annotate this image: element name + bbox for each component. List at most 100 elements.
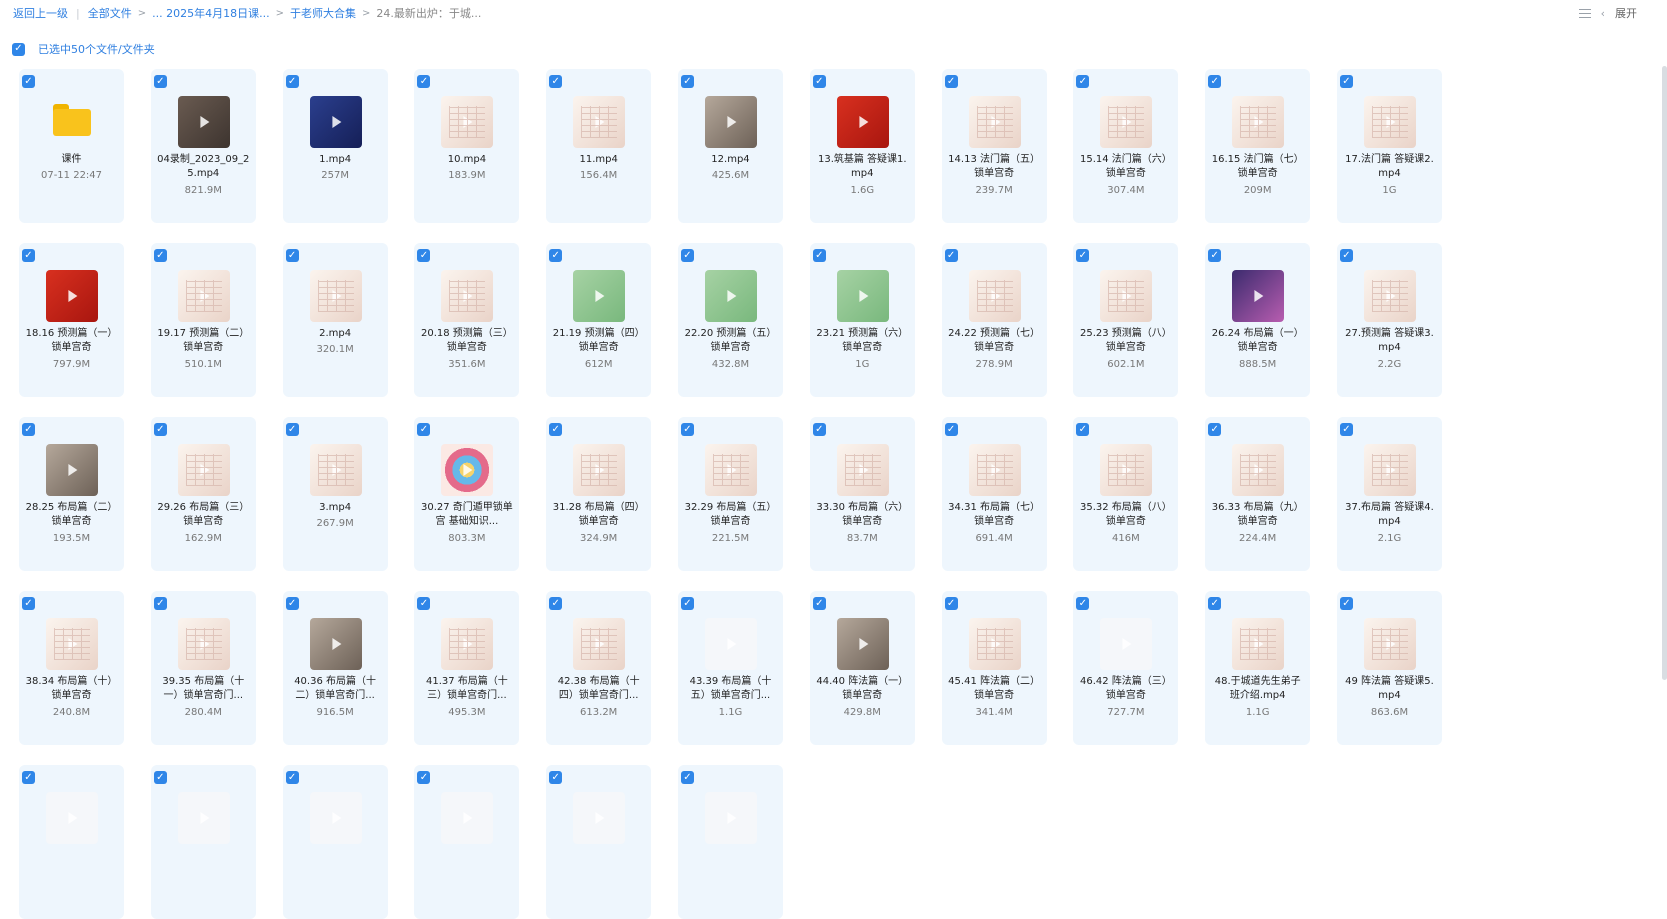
item-checkbox[interactable]: ✓	[944, 249, 958, 262]
item-checkbox[interactable]: ✓	[153, 771, 167, 784]
file-card[interactable]: ✓ 27.预测篇 答疑课3.mp4 2.2G	[1336, 243, 1442, 397]
file-card[interactable]: ✓ 37.布局篇 答疑课4.mp4 2.1G	[1336, 417, 1442, 571]
file-card[interactable]: ✓ 23.21 预测篇（六）锁单宫奇 1G	[809, 243, 915, 397]
item-checkbox[interactable]: ✓	[22, 249, 35, 262]
file-card[interactable]: ✓ 40.36 布局篇（十二）锁单宫奇门... 916.5M	[282, 591, 388, 745]
item-checkbox[interactable]: ✓	[1208, 423, 1222, 436]
item-checkbox[interactable]: ✓	[285, 75, 299, 88]
item-checkbox[interactable]: ✓	[549, 597, 563, 610]
item-checkbox[interactable]: ✓	[1339, 249, 1353, 262]
file-card[interactable]: ✓ 22.20 预测篇（五）锁单宫奇 432.8M	[677, 243, 783, 397]
item-checkbox[interactable]: ✓	[22, 771, 35, 784]
item-checkbox[interactable]: ✓	[1076, 423, 1090, 436]
item-checkbox[interactable]: ✓	[22, 423, 35, 436]
file-card[interactable]: ✓	[414, 765, 520, 919]
file-card[interactable]: ✓ 12.mp4 425.6M	[677, 69, 783, 223]
file-card[interactable]: ✓ 13.筑基篇 答疑课1.mp4 1.6G	[809, 69, 915, 223]
file-card[interactable]: ✓	[546, 765, 652, 919]
item-checkbox[interactable]: ✓	[1076, 75, 1090, 88]
file-card[interactable]: ✓ 41.37 布局篇（十三）锁单宫奇门... 495.3M	[414, 591, 520, 745]
file-card[interactable]: ✓ 34.31 布局篇（七）锁单宫奇 691.4M	[941, 417, 1047, 571]
item-checkbox[interactable]: ✓	[417, 423, 431, 436]
item-checkbox[interactable]: ✓	[812, 249, 826, 262]
file-card[interactable]: ✓ 1.mp4 257M	[282, 69, 388, 223]
file-card[interactable]: ✓ 24.22 预测篇（七）锁单宫奇 278.9M	[941, 243, 1047, 397]
item-checkbox[interactable]: ✓	[549, 771, 563, 784]
file-card[interactable]: ✓ 43.39 布局篇（十五）锁单宫奇门... 1.1G	[677, 591, 783, 745]
file-card[interactable]: ✓ 36.33 布局篇（九）锁单宫奇 224.4M	[1205, 417, 1311, 571]
item-checkbox[interactable]: ✓	[153, 597, 167, 610]
file-card[interactable]: ✓ 25.23 预测篇（八）锁单宫奇 602.1M	[1073, 243, 1179, 397]
file-card[interactable]: ✓ 46.42 阵法篇（三）锁单宫奇 727.7M	[1073, 591, 1179, 745]
item-checkbox[interactable]: ✓	[680, 249, 694, 262]
breadcrumb-all-files[interactable]: 全部文件	[88, 5, 132, 21]
item-checkbox[interactable]: ✓	[680, 771, 694, 784]
file-card[interactable]: ✓ 26.24 布局篇（一）锁单宫奇 888.5M	[1205, 243, 1311, 397]
item-checkbox[interactable]: ✓	[417, 249, 431, 262]
item-checkbox[interactable]: ✓	[1208, 597, 1222, 610]
file-card[interactable]: ✓ 31.28 布局篇（四）锁单宫奇 324.9M	[546, 417, 652, 571]
item-checkbox[interactable]: ✓	[944, 75, 958, 88]
file-card[interactable]: ✓ 44.40 阵法篇（一）锁单宫奇 429.8M	[809, 591, 915, 745]
file-card[interactable]: ✓ 14.13 法门篇（五）锁单宫奇 239.7M	[941, 69, 1047, 223]
item-checkbox[interactable]: ✓	[153, 423, 167, 436]
item-checkbox[interactable]: ✓	[944, 423, 958, 436]
item-checkbox[interactable]: ✓	[417, 75, 431, 88]
select-all-checkbox[interactable]: ✓	[12, 42, 25, 56]
item-checkbox[interactable]: ✓	[285, 771, 299, 784]
item-checkbox[interactable]: ✓	[1339, 597, 1353, 610]
expand-button[interactable]: 展开	[1615, 5, 1637, 21]
item-checkbox[interactable]: ✓	[812, 75, 826, 88]
item-checkbox[interactable]: ✓	[1076, 249, 1090, 262]
item-checkbox[interactable]: ✓	[153, 75, 167, 88]
item-checkbox[interactable]: ✓	[680, 75, 694, 88]
file-card[interactable]: ✓ 3.mp4 267.9M	[282, 417, 388, 571]
item-checkbox[interactable]: ✓	[812, 423, 826, 436]
file-card[interactable]: ✓ 11.mp4 156.4M	[546, 69, 652, 223]
file-card[interactable]: ✓ 10.mp4 183.9M	[414, 69, 520, 223]
file-card[interactable]: ✓ 35.32 布局篇（八）锁单宫奇 416M	[1073, 417, 1179, 571]
file-card[interactable]: ✓	[282, 765, 388, 919]
item-checkbox[interactable]: ✓	[22, 75, 35, 88]
file-card[interactable]: ✓ 48.于城道先生弟子班介绍.mp4 1.1G	[1205, 591, 1311, 745]
item-checkbox[interactable]: ✓	[285, 249, 299, 262]
item-checkbox[interactable]: ✓	[1339, 423, 1353, 436]
file-card[interactable]: ✓ 18.16 预测篇（一）锁单宫奇 797.9M	[19, 243, 124, 397]
file-card[interactable]: ✓ 28.25 布局篇（二）锁单宫奇 193.5M	[19, 417, 124, 571]
item-checkbox[interactable]: ✓	[812, 597, 826, 610]
file-card[interactable]: ✓ 49 阵法篇 答疑课5.mp4 863.6M	[1336, 591, 1442, 745]
file-card[interactable]: ✓ 29.26 布局篇（三）锁单宫奇 162.9M	[150, 417, 256, 571]
item-checkbox[interactable]: ✓	[1076, 597, 1090, 610]
item-checkbox[interactable]: ✓	[549, 75, 563, 88]
file-card[interactable]: ✓ 42.38 布局篇（十四）锁单宫奇门... 613.2M	[546, 591, 652, 745]
breadcrumb-level2[interactable]: ... 2025年4月18日课...	[152, 5, 269, 21]
file-card[interactable]: ✓ 32.29 布局篇（五）锁单宫奇 221.5M	[677, 417, 783, 571]
file-card[interactable]: ✓ 17.法门篇 答疑课2.mp4 1G	[1336, 69, 1442, 223]
item-checkbox[interactable]: ✓	[1339, 75, 1353, 88]
file-card[interactable]: ✓ 33.30 布局篇（六）锁单宫奇 83.7M	[809, 417, 915, 571]
file-card[interactable]: ✓ 39.35 布局篇（十一）锁单宫奇门... 280.4M	[150, 591, 256, 745]
back-link[interactable]: 返回上一级	[13, 5, 68, 21]
file-card[interactable]: ✓ 38.34 布局篇（十）锁单宫奇 240.8M	[19, 591, 124, 745]
file-card[interactable]: ✓ 04录制_2023_09_25.mp4 821.9M	[150, 69, 256, 223]
file-card[interactable]: ✓ 2.mp4 320.1M	[282, 243, 388, 397]
file-card[interactable]: ✓ 30.27 奇门遁甲锁单宫 基础知识... 803.3M	[414, 417, 520, 571]
item-checkbox[interactable]: ✓	[1208, 249, 1222, 262]
item-checkbox[interactable]: ✓	[549, 423, 563, 436]
item-checkbox[interactable]: ✓	[680, 423, 694, 436]
item-checkbox[interactable]: ✓	[417, 597, 431, 610]
item-checkbox[interactable]: ✓	[153, 249, 167, 262]
scrollbar[interactable]	[1662, 66, 1667, 680]
file-card[interactable]: ✓	[150, 765, 256, 919]
file-card[interactable]: ✓ 20.18 预测篇（三）锁单宫奇 351.6M	[414, 243, 520, 397]
file-card[interactable]: ✓ 19.17 预测篇（二）锁单宫奇 510.1M	[150, 243, 256, 397]
list-view-icon[interactable]	[1578, 8, 1591, 19]
item-checkbox[interactable]: ✓	[944, 597, 958, 610]
file-card[interactable]: ✓	[677, 765, 783, 919]
item-checkbox[interactable]: ✓	[1208, 75, 1222, 88]
item-checkbox[interactable]: ✓	[285, 423, 299, 436]
item-checkbox[interactable]: ✓	[417, 771, 431, 784]
file-card[interactable]: ✓ 45.41 阵法篇（二）锁单宫奇 341.4M	[941, 591, 1047, 745]
item-checkbox[interactable]: ✓	[549, 249, 563, 262]
chevron-left-icon[interactable]: ‹	[1601, 7, 1605, 20]
